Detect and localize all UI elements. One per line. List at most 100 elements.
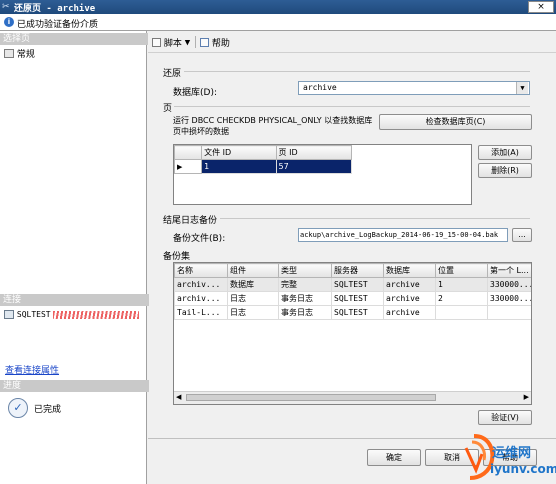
- database-label: 数据库(D):: [173, 88, 217, 98]
- table-row[interactable]: archiv... 数据库 完整 SQLTEST archive 1 33000…: [174, 277, 531, 292]
- progress-status: 已完成: [34, 405, 62, 415]
- restore-page-icon: ✂: [2, 2, 10, 12]
- backup-file-input[interactable]: ackup\archive_LogBackup_2014-06-19_15-00…: [298, 228, 508, 242]
- component-cell: 日志: [227, 291, 279, 306]
- first-lsn-cell: [487, 305, 531, 320]
- horizontal-scrollbar[interactable]: ◀ ▶: [174, 391, 531, 404]
- scroll-left-icon[interactable]: ◀: [176, 393, 181, 401]
- server-name: SQLTEST: [16, 310, 51, 319]
- general-page-icon: [4, 49, 14, 58]
- component-cell: 数据库: [227, 277, 279, 292]
- browse-button[interactable]: ...: [512, 228, 532, 242]
- restore-separator: [184, 71, 530, 72]
- script-icon: [152, 38, 161, 47]
- help-icon: [200, 38, 209, 47]
- column-server[interactable]: 服务器: [331, 263, 384, 278]
- page-item-label: 常规: [16, 50, 35, 60]
- pages-section-label: 页: [163, 104, 173, 114]
- backup-sets-header-row: 名称 组件 类型 服务器 数据库 位置 第一个 L...: [174, 263, 531, 278]
- column-page-id[interactable]: 页 ID: [275, 145, 353, 160]
- help-button[interactable]: 帮助: [483, 449, 537, 466]
- scroll-right-icon[interactable]: ▶: [524, 393, 529, 401]
- script-label: 脚本: [163, 39, 182, 49]
- pages-description: 运行 DBCC CHECKDB PHYSICAL_ONLY 以查找数据库页中损坏…: [173, 116, 373, 136]
- title-bar: ✂ 还原页 - archive ×: [0, 0, 556, 14]
- remove-button[interactable]: 删除(R): [478, 163, 532, 178]
- database-value: archive: [303, 83, 337, 92]
- position-cell: 1: [435, 277, 488, 292]
- type-cell: 完整: [278, 277, 332, 292]
- chevron-down-icon[interactable]: ▼: [185, 39, 190, 47]
- table-row[interactable]: Tail-L... 日志 事务日志 SQLTEST archive: [174, 305, 531, 320]
- left-pane: 选择页 常规 连接 SQLTEST 查看连接属性 进度 ✓ 已完成: [0, 31, 149, 484]
- database-select[interactable]: archive ▼: [298, 81, 530, 95]
- tail-log-section-label: 结尾日志备份: [163, 216, 218, 226]
- window-title: 还原页 - archive: [14, 4, 96, 14]
- info-icon: i: [4, 17, 14, 27]
- info-bar: i 已成功验证备份介质: [0, 14, 556, 31]
- position-cell: 2: [435, 291, 488, 306]
- pages-header-row: 文件 ID 页 ID: [174, 145, 353, 160]
- first-lsn-cell: 330000...: [487, 291, 531, 306]
- backup-file-label: 备份文件(B):: [173, 234, 226, 244]
- position-cell: [435, 305, 488, 320]
- info-message: 已成功验证备份介质: [17, 20, 99, 30]
- pages-grid: 文件 ID 页 ID ▶ 1 57: [173, 144, 472, 205]
- column-position[interactable]: 位置: [435, 263, 488, 278]
- component-cell: 日志: [227, 305, 279, 320]
- server-cell: SQLTEST: [331, 277, 384, 292]
- database-cell: archive: [383, 277, 436, 292]
- scroll-thumb[interactable]: [186, 394, 436, 401]
- select-page-header: 选择页: [0, 33, 149, 45]
- type-cell: 事务日志: [278, 305, 332, 320]
- name-cell: archiv...: [174, 277, 228, 292]
- server-icon: [4, 310, 14, 319]
- file-id-cell[interactable]: 1: [201, 159, 277, 174]
- pages-table: 文件 ID 页 ID ▶ 1 57: [174, 145, 353, 174]
- first-lsn-cell: 330000...: [487, 277, 531, 292]
- connection-header: 连接: [0, 294, 149, 306]
- pages-separator: [174, 106, 530, 107]
- server-cell: SQLTEST: [331, 291, 384, 306]
- chevron-down-icon[interactable]: ▼: [516, 82, 528, 94]
- backup-sets-table: 名称 组件 类型 服务器 数据库 位置 第一个 L... archiv... 数…: [174, 263, 531, 320]
- toolbar: 脚本 ▼ 帮助: [148, 31, 556, 53]
- close-button[interactable]: ×: [528, 1, 554, 13]
- restore-section-label: 还原: [163, 69, 182, 79]
- backup-sets-label: 备份集: [163, 252, 191, 262]
- redaction-scribble: [53, 310, 140, 319]
- table-row[interactable]: ▶ 1 57: [174, 159, 353, 174]
- column-name[interactable]: 名称: [174, 263, 228, 278]
- row-selector-header: [174, 145, 203, 160]
- table-row[interactable]: archiv... 日志 事务日志 SQLTEST archive 2 3300…: [174, 291, 531, 306]
- row-pointer-icon: ▶: [174, 159, 203, 174]
- connection-server: SQLTEST: [4, 310, 144, 320]
- column-component[interactable]: 组件: [227, 263, 279, 278]
- name-cell: archiv...: [174, 291, 228, 306]
- backup-sets-grid: 名称 组件 类型 服务器 数据库 位置 第一个 L... archiv... 数…: [173, 262, 532, 405]
- footer-separator: [148, 438, 556, 439]
- name-cell: Tail-L...: [174, 305, 228, 320]
- check-database-pages-button[interactable]: 检查数据库页(C): [379, 114, 532, 130]
- server-cell: SQLTEST: [331, 305, 384, 320]
- view-connection-properties-link[interactable]: 查看连接属性: [5, 363, 59, 376]
- database-cell: archive: [383, 305, 436, 320]
- help-label: 帮助: [211, 39, 230, 49]
- verify-button[interactable]: 验证(V): [478, 410, 532, 425]
- column-first-lsn[interactable]: 第一个 L...: [487, 263, 531, 278]
- ok-button[interactable]: 确定: [367, 449, 421, 466]
- column-database[interactable]: 数据库: [383, 263, 436, 278]
- type-cell: 事务日志: [278, 291, 332, 306]
- page-item-general[interactable]: 常规: [4, 47, 35, 60]
- progress-header: 进度: [0, 380, 149, 392]
- script-button[interactable]: 脚本 ▼: [152, 36, 190, 49]
- column-file-id[interactable]: 文件 ID: [201, 145, 277, 160]
- page-id-cell[interactable]: 57: [275, 159, 353, 174]
- database-cell: archive: [383, 291, 436, 306]
- cancel-button[interactable]: 取消: [425, 449, 479, 466]
- completed-check-icon: ✓: [8, 398, 28, 418]
- toolbar-separator: [195, 36, 196, 48]
- add-button[interactable]: 添加(A): [478, 145, 532, 160]
- column-type[interactable]: 类型: [278, 263, 332, 278]
- help-toolbar-button[interactable]: 帮助: [200, 36, 230, 49]
